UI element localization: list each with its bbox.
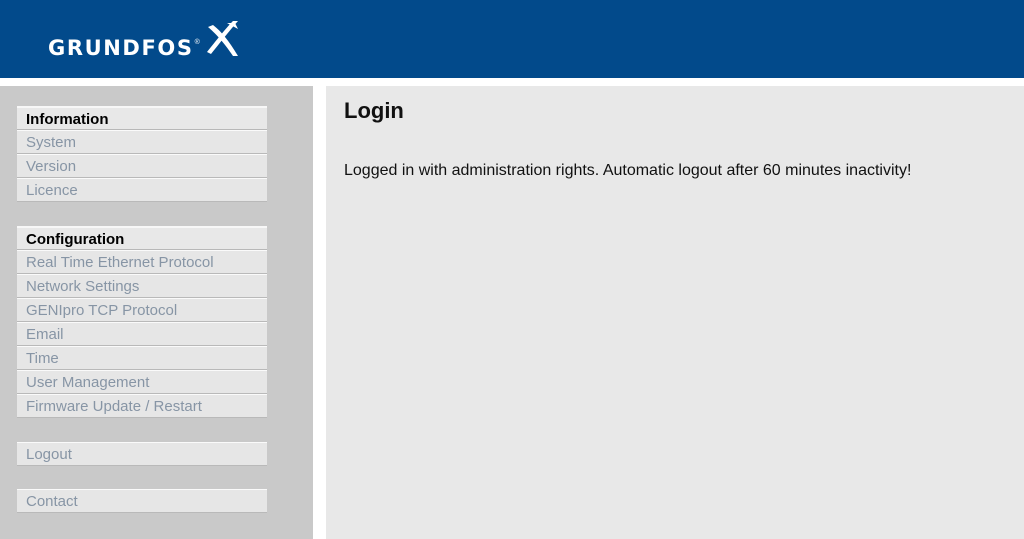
nav-item-network-settings[interactable]: Network Settings [17,274,267,298]
grundfos-x-icon [206,21,238,56]
login-status-message: Logged in with administration rights. Au… [344,162,912,179]
nav-item-version[interactable]: Version [17,154,267,178]
nav-item-system[interactable]: System [17,130,267,154]
nav-group-information: Information System Version Licence [17,106,267,202]
sidebar: Information System Version Licence Confi… [0,86,313,539]
nav-item-contact[interactable]: Contact [17,489,267,513]
grundfos-logo[interactable]: GRUNDFOS ® [48,21,241,61]
registered-mark: ® [194,39,200,46]
logo-wordmark: GRUNDFOS [48,36,194,60]
nav-group-logout: Logout [17,442,267,466]
header-bar: GRUNDFOS ® [0,0,1024,78]
nav-item-email[interactable]: Email [17,322,267,346]
nav-item-firmware-update-restart[interactable]: Firmware Update / Restart [17,394,267,418]
nav-item-time[interactable]: Time [17,346,267,370]
nav-group-configuration: Configuration Real Time Ethernet Protoco… [17,226,267,418]
nav-item-licence[interactable]: Licence [17,178,267,202]
nav-item-real-time-ethernet-protocol[interactable]: Real Time Ethernet Protocol [17,250,267,274]
nav-group-title-information: Information [17,106,267,130]
logout-button[interactable]: Logout [17,442,267,466]
nav-item-genipro-tcp-protocol[interactable]: GENIpro TCP Protocol [17,298,267,322]
nav-group-title-configuration: Configuration [17,226,267,250]
page-title: Login [344,98,404,123]
main-content: Login Logged in with administration righ… [326,86,1024,539]
nav-group-contact: Contact [17,489,267,513]
nav-item-user-management[interactable]: User Management [17,370,267,394]
